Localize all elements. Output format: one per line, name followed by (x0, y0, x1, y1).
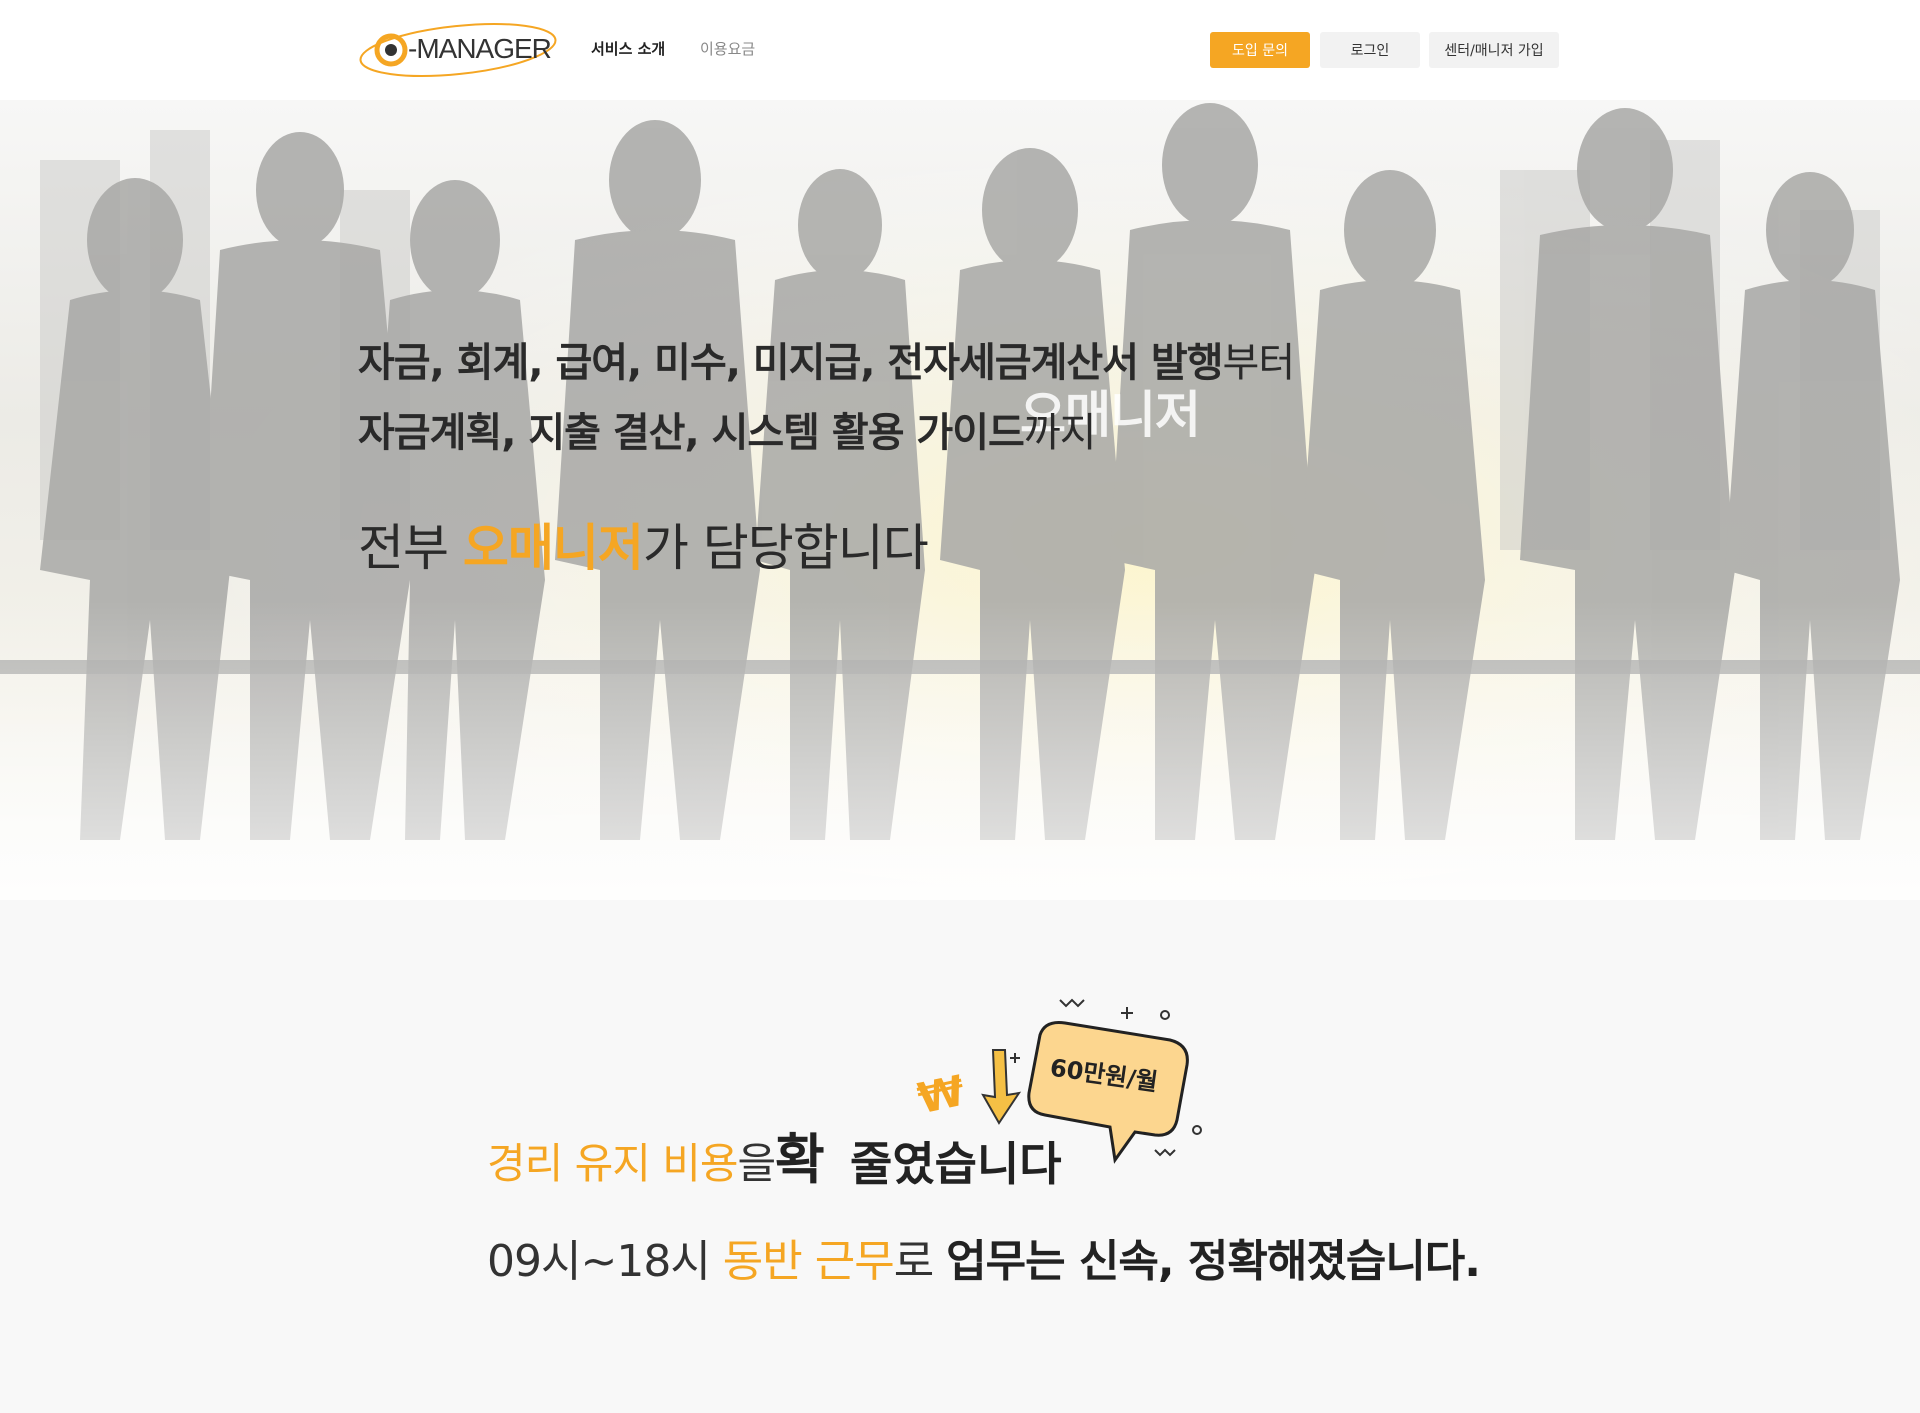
cost-reduction-text: 경리 유지 비용을 (487, 1139, 776, 1188)
hero-headline-line2: 자금계획, 지출 결산, 시스템 활용 가이드까지 (358, 410, 1096, 456)
o-manager-logo[interactable]: -MANAGER (358, 22, 563, 78)
inquiry-button[interactable]: 도입 문의 (1210, 32, 1310, 68)
nav-service-intro[interactable]: 서비스 소개 (591, 38, 665, 59)
emphasis-phrase: 줄였습니다 (850, 1137, 1062, 1191)
hero-banner: 자금, 회계, 급여, 미수, 미지급, 전자세금계산서 발행부터 오매니저 자… (0, 100, 1920, 900)
join-button[interactable]: 센터/매니저 가입 (1429, 32, 1559, 68)
nav-pricing[interactable]: 이용요금 (700, 38, 755, 59)
cost-section: 60만원/월 ₩ 경리 유지 비용을 확 줄였습니다 09시~18시 동반 근무… (0, 900, 1920, 1413)
login-button[interactable]: 로그인 (1320, 32, 1420, 68)
won-icon: ₩ (913, 1065, 969, 1124)
emphasis-word: 확 (775, 1128, 825, 1191)
work-hours-text: 09시~18시 동반 근무로 업무는 신속, 정확해졌습니다. (487, 1236, 1481, 1287)
svg-text:-MANAGER: -MANAGER (408, 33, 551, 64)
header: -MANAGER 서비스 소개 이용요금 도입 문의 로그인 센터/매니저 가입 (0, 0, 1920, 100)
people-silhouettes-image (0, 100, 1920, 900)
hero-tagline: 전부 오매니저가 담당합니다 (358, 519, 929, 577)
